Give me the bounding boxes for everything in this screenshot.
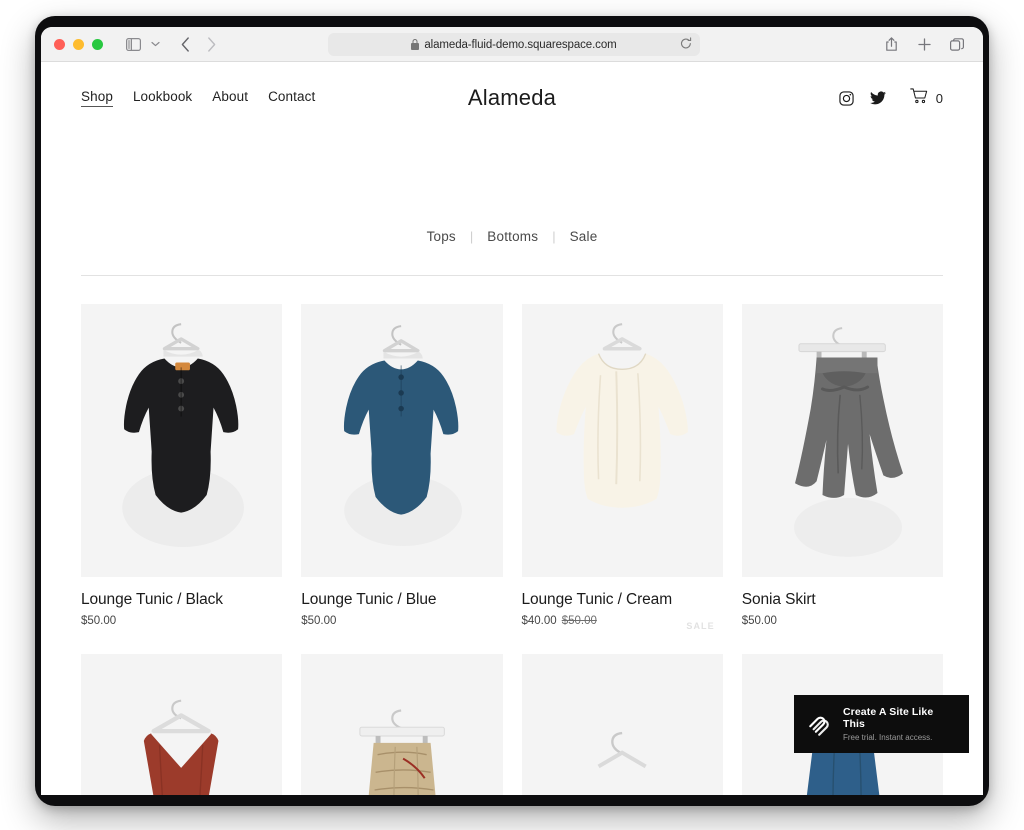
product-price-row: $50.00 bbox=[81, 615, 282, 627]
lock-icon bbox=[411, 39, 420, 50]
promo-title: Create A Site Like This bbox=[843, 706, 934, 730]
product-title[interactable]: Lounge Tunic / Cream bbox=[522, 591, 723, 609]
device-frame: alameda-fluid-demo.squarespace.com Shop … bbox=[35, 16, 989, 806]
product-card[interactable]: Lounge Tunic / Blue $50.00 bbox=[301, 304, 503, 627]
promo-text-block: Create A Site Like This Free trial. Inst… bbox=[843, 706, 957, 742]
product-image-blue-tunic[interactable] bbox=[301, 304, 503, 577]
product-price: $40.00 bbox=[521, 615, 557, 627]
back-arrow-icon[interactable] bbox=[172, 31, 198, 57]
product-image-empty-hanger[interactable] bbox=[521, 654, 723, 795]
category-tops[interactable]: Tops bbox=[427, 229, 456, 244]
site-logo[interactable]: Alameda bbox=[81, 85, 943, 111]
forward-arrow-icon[interactable] bbox=[198, 31, 224, 57]
promo-subtitle: Free trial. Instant access. bbox=[843, 733, 933, 742]
product-image-gray-skirt[interactable] bbox=[741, 304, 943, 577]
product-title[interactable]: Lounge Tunic / Black bbox=[81, 591, 282, 609]
browser-toolbar: alameda-fluid-demo.squarespace.com bbox=[41, 27, 983, 62]
section-divider bbox=[81, 275, 943, 276]
site-header: Shop Lookbook About Contact Alameda 0 bbox=[81, 62, 943, 134]
category-separator: | bbox=[469, 229, 474, 244]
cart-count: 0 bbox=[935, 90, 943, 106]
minimize-window-button[interactable] bbox=[73, 38, 84, 50]
product-price: $50.00 bbox=[301, 615, 337, 627]
product-image-rust-top[interactable] bbox=[81, 654, 283, 795]
product-card[interactable]: Lounge Tunic / Black $50.00 bbox=[81, 304, 283, 627]
sidebar-toggle-icon[interactable] bbox=[120, 31, 146, 57]
category-sale[interactable]: Sale bbox=[570, 229, 598, 244]
product-card[interactable]: Sonia Skirt $50.00 bbox=[741, 304, 943, 627]
product-image-cream-tunic[interactable] bbox=[521, 304, 723, 577]
category-navigation: Tops | Bottoms | Sale bbox=[81, 229, 943, 244]
product-card[interactable] bbox=[521, 654, 723, 795]
product-image-patterned-skirt[interactable] bbox=[301, 654, 503, 795]
cart-icon bbox=[909, 87, 929, 109]
window-controls bbox=[54, 38, 103, 50]
product-price-row: $50.00 bbox=[301, 615, 502, 627]
product-image-black-tunic[interactable] bbox=[81, 304, 283, 577]
address-bar[interactable]: alameda-fluid-demo.squarespace.com bbox=[328, 33, 700, 56]
squarespace-promo-banner[interactable]: Create A Site Like This Free trial. Inst… bbox=[794, 695, 969, 753]
product-price-row: $50.00 bbox=[742, 615, 943, 627]
reload-icon[interactable] bbox=[680, 37, 692, 55]
product-price: $50.00 bbox=[741, 615, 777, 627]
twitter-icon[interactable] bbox=[869, 91, 886, 105]
chevron-down-icon[interactable] bbox=[146, 31, 164, 57]
product-card[interactable]: Lounge Tunic / Cream $40.00 $50.00 SALE bbox=[521, 304, 723, 631]
squarespace-logo-icon bbox=[806, 711, 832, 737]
share-icon[interactable] bbox=[878, 32, 904, 58]
product-title[interactable]: Lounge Tunic / Blue bbox=[301, 591, 502, 609]
instagram-icon[interactable] bbox=[839, 90, 854, 106]
category-separator: | bbox=[552, 229, 556, 244]
plus-icon[interactable] bbox=[911, 32, 937, 58]
product-title[interactable]: Sonia Skirt bbox=[742, 591, 943, 609]
product-price: $50.00 bbox=[81, 615, 117, 627]
header-right-actions: 0 bbox=[839, 87, 943, 109]
tab-overview-icon[interactable] bbox=[944, 32, 970, 58]
sale-badge: SALE bbox=[686, 621, 715, 631]
maximize-window-button[interactable] bbox=[92, 38, 103, 50]
product-card[interactable] bbox=[81, 654, 283, 795]
page-viewport: Shop Lookbook About Contact Alameda 0 To… bbox=[41, 62, 983, 795]
cart-link[interactable]: 0 bbox=[909, 87, 943, 109]
toolbar-right-actions bbox=[878, 27, 970, 62]
category-bottoms[interactable]: Bottoms bbox=[487, 229, 538, 244]
product-price-original: $50.00 bbox=[561, 615, 597, 627]
url-text: alameda-fluid-demo.squarespace.com bbox=[424, 38, 617, 51]
browser-window: alameda-fluid-demo.squarespace.com Shop … bbox=[41, 27, 983, 795]
product-card[interactable] bbox=[301, 654, 503, 795]
close-window-button[interactable] bbox=[54, 38, 65, 50]
